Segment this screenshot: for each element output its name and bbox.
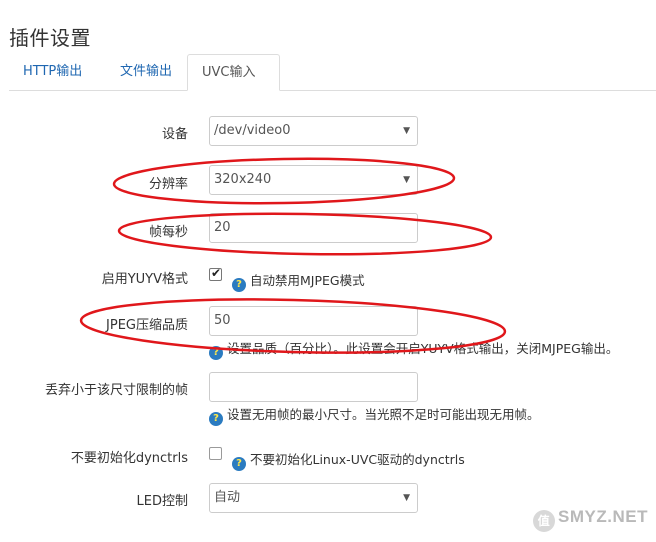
led-label: LED控制 [136,494,188,509]
caret-down-icon: ▼ [403,493,410,503]
led-value: 自动 [214,490,241,505]
no-dynctrl-help: ? 不要初始化Linux-UVC驱动的dynctrls [232,449,465,471]
tab-file-output[interactable]: 文件输出 [106,54,186,89]
jpeg-quality-help-text: 设置品质（百分比）。此设置会开启YUYV格式输出，关闭MJPEG输出。 [227,341,619,356]
question-icon: ? [232,457,246,471]
jpeg-quality-label: JPEG压缩品质 [106,318,188,333]
device-value: /dev/video0 [214,123,291,138]
yuyv-help: ? 自动禁用MJPEG模式 [232,270,365,292]
question-icon: ? [232,278,246,292]
yuyv-label: 启用YUYV格式 [101,272,188,287]
no-dynctrl-checkbox[interactable] [209,447,222,460]
resolution-label: 分辨率 [148,177,188,192]
question-icon: ? [209,346,223,360]
caret-down-icon: ▼ [403,175,410,185]
yuyv-checkbox[interactable]: ✔ [209,266,222,281]
watermark-logo-icon: 值 [533,510,556,532]
page-title: 插件设置 [9,26,91,50]
device-select[interactable]: /dev/video0 ▼ [209,116,418,146]
no-dynctrl-help-text: 不要初始化Linux-UVC驱动的dynctrls [250,452,465,467]
caret-down-icon: ▼ [403,126,410,136]
tab-http-output[interactable]: HTTP输出 [9,54,99,89]
tab-bar: HTTP输出 文件输出 UVC输入 [9,54,656,91]
check-icon: ✔ [211,266,222,280]
yuyv-help-text: 自动禁用MJPEG模式 [250,273,365,288]
no-dynctrl-label: 不要初始化dynctrls [70,451,188,466]
jpeg-quality-input[interactable]: 50 [209,306,418,336]
resolution-value: 320x240 [214,172,272,187]
min-frame-help-text: 设置无用帧的最小尺寸。当光照不足时可能出现无用帧。 [227,407,540,422]
led-select[interactable]: 自动 ▼ [209,483,418,513]
question-icon: ? [209,412,223,426]
device-label: 设备 [161,127,188,142]
jpeg-quality-help: ? 设置品质（百分比）。此设置会开启YUYV格式输出，关闭MJPEG输出。 [209,338,618,360]
watermark-text: SMYZ.NET [558,507,648,526]
fps-input[interactable]: 20 [209,213,418,243]
resolution-select[interactable]: 320x240 ▼ [209,165,418,195]
min-frame-input[interactable] [209,372,418,402]
fps-label: 帧每秒 [148,225,188,240]
min-frame-help: ? 设置无用帧的最小尺寸。当光照不足时可能出现无用帧。 [209,404,540,426]
min-frame-label: 丢弃小于该尺寸限制的帧 [44,383,188,398]
tab-uvc-input[interactable]: UVC输入 [187,54,280,91]
watermark: 值 SMYZ.NET [533,507,648,532]
